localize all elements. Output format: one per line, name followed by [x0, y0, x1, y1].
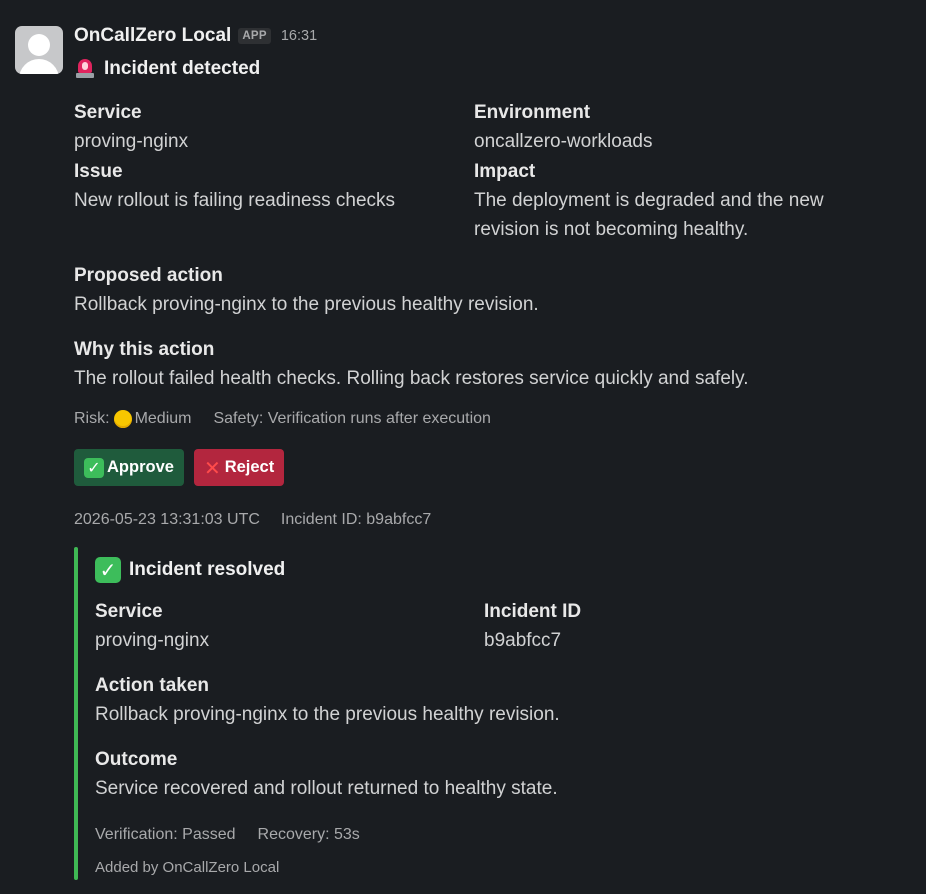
field-label: Incident ID: [484, 601, 582, 622]
field-value: proving-nginx: [74, 131, 189, 152]
verification-context: Verification: Passed Recovery: 53s: [95, 823, 894, 847]
field-service: Service proving-nginx: [74, 98, 464, 156]
field-value: revision is not becoming healthy.: [474, 219, 749, 240]
message-title: Incident detected: [74, 54, 894, 84]
field-value: New rollout is failing readiness checks: [74, 190, 396, 211]
safety-text: Safety: Verification runs after executio…: [213, 410, 491, 427]
resolved-attachment: ✓ Incident resolved Service proving-ngin…: [74, 547, 894, 880]
message-content: OnCallZero Local APP 16:31 Incident dete…: [74, 22, 894, 880]
incident-fields: Service proving-nginx Environment oncall…: [74, 98, 894, 244]
app-badge: APP: [238, 28, 271, 44]
slack-message: OnCallZero Local APP 16:31 Incident dete…: [0, 0, 926, 894]
section-label: Outcome: [95, 749, 178, 770]
field-label: Service: [95, 601, 163, 622]
risk-value: Medium: [134, 410, 192, 427]
reject-label: Reject: [224, 458, 275, 476]
attachment-footer: Added by OnCallZero Local: [95, 859, 280, 876]
field-label: Impact: [474, 161, 536, 182]
field-environment: Environment oncallzero-workloads: [474, 98, 864, 156]
cross-mark-icon: ✕: [203, 455, 221, 480]
incident-id-text: Incident ID: b9abfcc7: [280, 511, 432, 528]
approve-button[interactable]: ✓ Approve: [74, 449, 184, 486]
proposed-action-section: Proposed action Rollback proving-nginx t…: [74, 261, 894, 319]
outcome-section: Outcome Service recovered and rollout re…: [95, 745, 894, 803]
section-value: Service recovered and rollout returned t…: [95, 778, 558, 799]
rotating-light-icon: [74, 58, 96, 80]
incident-timestamp: 2026-05-23 13:31:03 UTC: [74, 511, 260, 528]
action-taken-section: Action taken Rollback proving-nginx to t…: [95, 671, 894, 729]
attachment-field-service: Service proving-nginx: [95, 597, 475, 655]
message-header: OnCallZero Local APP 16:31: [74, 22, 894, 50]
attachment-field-incident-id: Incident ID b9abfcc7: [484, 597, 864, 655]
field-label: Service: [74, 102, 142, 123]
why-action-section: Why this action The rollout failed healt…: [74, 335, 894, 393]
recovery-text: Recovery: 53s: [257, 826, 360, 843]
sender-name[interactable]: OnCallZero Local: [74, 25, 231, 47]
action-buttons: ✓ Approve ✕ Reject: [74, 449, 894, 486]
check-mark-icon: ✓: [84, 457, 104, 478]
approve-label: Approve: [107, 458, 174, 476]
risk-context: Risk: Medium Safety: Verification runs a…: [74, 407, 894, 431]
section-value: The rollout failed health checks. Rollin…: [74, 368, 749, 389]
field-value: The deployment is degraded and the new: [474, 190, 824, 211]
field-label: Issue: [74, 161, 123, 182]
avatar-head-shape: [28, 34, 50, 56]
section-label: Action taken: [95, 675, 210, 696]
field-issue: Issue New rollout is failing readiness c…: [74, 157, 464, 215]
section-value: Rollback proving-nginx to the previous h…: [95, 704, 560, 725]
avatar-body-shape: [19, 59, 59, 74]
incident-meta: 2026-05-23 13:31:03 UTC Incident ID: b9a…: [74, 508, 894, 532]
attachment-fields: Service proving-nginx Incident ID b9abfc…: [95, 597, 894, 655]
field-value: proving-nginx: [95, 630, 210, 651]
section-label: Proposed action: [74, 265, 223, 286]
verification-text: Verification: Passed: [95, 826, 236, 843]
field-value: b9abfcc7: [484, 630, 562, 651]
title-text: Incident detected: [104, 58, 261, 79]
field-impact: Impact The deployment is degraded and th…: [474, 157, 894, 244]
white-check-mark-icon: ✓: [95, 557, 121, 583]
section-value: Rollback proving-nginx to the previous h…: [74, 294, 539, 315]
risk-prefix: Risk:: [74, 410, 110, 427]
avatar[interactable]: [15, 26, 63, 74]
section-label: Why this action: [74, 339, 215, 360]
field-value: oncallzero-workloads: [474, 131, 653, 152]
attachment-title: ✓ Incident resolved: [95, 547, 894, 585]
field-label: Environment: [474, 102, 591, 123]
reject-button[interactable]: ✕ Reject: [193, 449, 285, 486]
message-time[interactable]: 16:31: [281, 28, 317, 44]
attachment-accent-bar: [74, 547, 78, 880]
attachment-title-text: Incident resolved: [129, 559, 286, 580]
yellow-circle-icon: [113, 410, 132, 428]
